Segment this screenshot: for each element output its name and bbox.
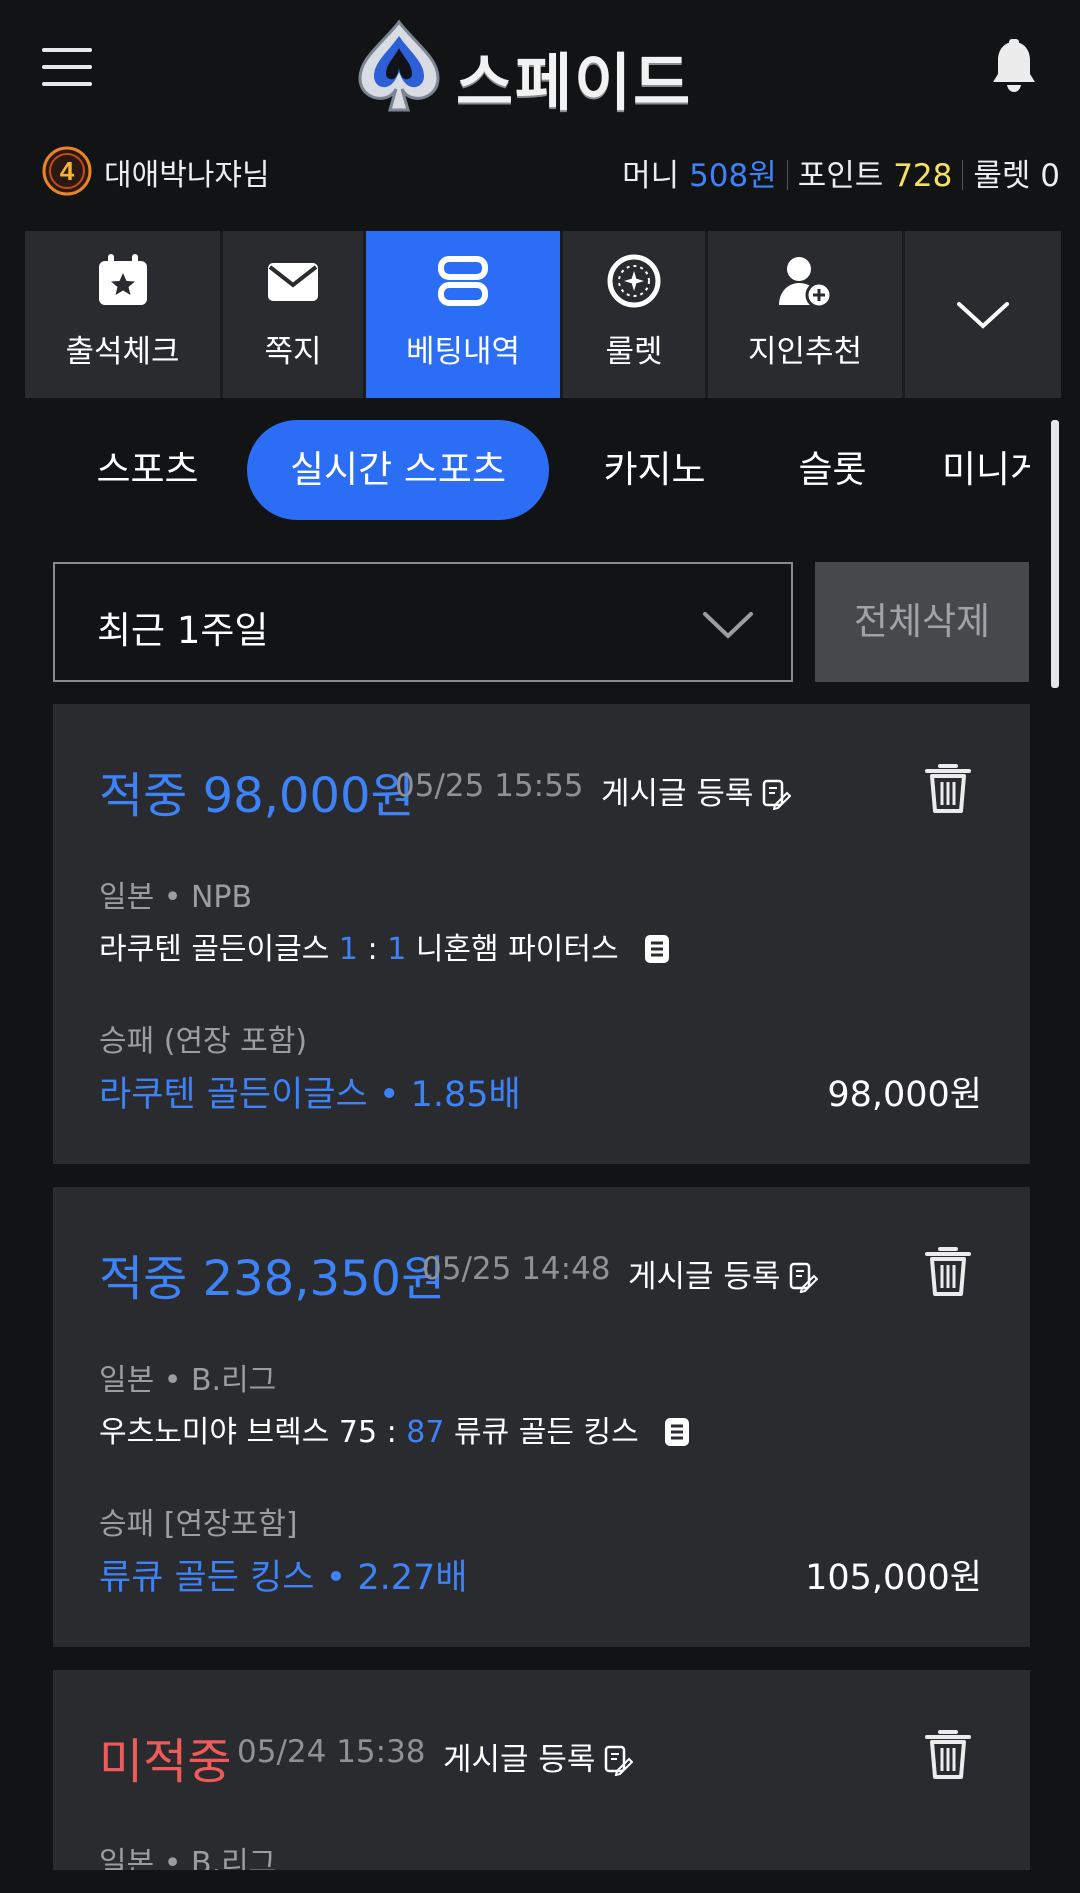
chevron-down-icon (703, 612, 753, 639)
period-select[interactable]: 최근 1주일 (53, 562, 793, 682)
home-score: 75 (338, 1415, 378, 1450)
away-score: 1 (387, 932, 407, 967)
quickmenu-roulette[interactable]: 룰렛 (563, 231, 708, 398)
bet-league: 일본 • NPB (99, 880, 253, 915)
menu-icon[interactable] (42, 48, 92, 86)
user-plus-icon (779, 257, 833, 309)
calendar-star-icon (98, 254, 147, 305)
bet-card: 적중 98,000원 05/25 15:55 게시글 등록 일본 • NPB 라… (53, 704, 1030, 1164)
bet-market: 승패 (연장 포함) (99, 1024, 308, 1059)
trash-icon[interactable] (924, 760, 972, 816)
quickmenu-label: 베팅내역 (405, 334, 521, 370)
roulette-value[interactable]: 0 (1040, 158, 1060, 194)
delete-all-button[interactable]: 전체삭제 (815, 562, 1029, 682)
away-team: 류큐 골든 킹스 (454, 1415, 639, 1450)
spade-logo-icon (358, 19, 440, 112)
tab-sports[interactable]: 스포츠 (55, 420, 240, 520)
bet-amount: 98,000원 (827, 1075, 982, 1115)
money-value[interactable]: 508원 (689, 158, 777, 194)
bet-datetime: 05/25 14:48 (422, 1251, 611, 1287)
tab-minigame[interactable]: 미니게 (922, 420, 1030, 520)
point-value[interactable]: 728 (893, 158, 952, 194)
post-register-button[interactable]: 게시글 등록 (443, 1734, 634, 1779)
home-team: 우츠노미야 브렉스 (99, 1415, 330, 1450)
edit-document-icon (790, 1262, 819, 1294)
score-separator: : (367, 932, 378, 967)
quickmenu-messages[interactable]: 쪽지 (223, 231, 366, 398)
username: 대애박나쟈님 (104, 158, 270, 193)
bet-match: 우츠노미야 브렉스 75 : 87 류큐 골든 킹스 (99, 1407, 690, 1451)
logo-text: 스페이드 (456, 46, 693, 119)
quickmenu-label: 룰렛 (605, 334, 663, 370)
bet-result: 적중 98,000원 (99, 768, 415, 824)
bet-result: 적중 238,350원 (99, 1251, 446, 1307)
tab-live-sports[interactable]: 실시간 스포츠 (247, 420, 549, 520)
scrollbar[interactable] (1051, 420, 1059, 688)
period-select-value: 최근 1주일 (97, 609, 269, 652)
tab-casino[interactable]: 카지노 (567, 420, 742, 520)
quickmenu-label: 출석체크 (65, 334, 180, 370)
notification-bell-icon[interactable] (990, 38, 1038, 94)
quickmenu-label: 쪽지 (264, 334, 322, 370)
home-team: 라쿠텐 골든이글스 (99, 932, 330, 967)
post-register-button[interactable]: 게시글 등록 (628, 1251, 819, 1296)
quick-menu: 출석체크 쪽지 베팅내역 룰렛 지인추천 (25, 231, 1061, 398)
user-info-bar: 4 대애박나쟈님 머니 508원 포인트 728 룰렛 0 (0, 140, 1080, 200)
quickmenu-attendance[interactable]: 출석체크 (25, 231, 223, 398)
app-header: 스페이드 (0, 0, 1080, 130)
document-icon[interactable] (644, 934, 670, 964)
trash-icon[interactable] (924, 1243, 972, 1299)
bet-pick: 류큐 골든 킹스 • 2.27배 (99, 1558, 468, 1598)
category-tabs: 스포츠 실시간 스포츠 카지노 슬롯 미니게 (55, 420, 1030, 520)
bet-datetime: 05/24 15:38 (237, 1734, 426, 1770)
bet-card: 미적중 05/24 15:38 게시글 등록 일본 • B.리그 (53, 1670, 1030, 1870)
list-icon (438, 256, 488, 306)
trash-icon[interactable] (924, 1726, 972, 1782)
chevron-down-icon (957, 301, 1009, 329)
roulette-icon (607, 254, 661, 308)
tab-slot[interactable]: 슬롯 (755, 420, 910, 520)
quickmenu-expand[interactable] (905, 231, 1061, 398)
edit-document-icon (763, 779, 792, 811)
score-separator: : (386, 1415, 397, 1450)
bet-league: 일본 • B.리그 (99, 1846, 277, 1870)
money-label: 머니 (622, 158, 680, 194)
bet-datetime: 05/25 15:55 (395, 768, 584, 804)
level-badge-icon: 4 (42, 146, 92, 196)
bet-card: 적중 238,350원 05/25 14:48 게시글 등록 일본 • B.리그… (53, 1187, 1030, 1647)
post-register-button[interactable]: 게시글 등록 (601, 768, 792, 813)
quickmenu-referral[interactable]: 지인추천 (708, 231, 905, 398)
roulette-label: 룰렛 (973, 158, 1031, 194)
envelope-icon (268, 263, 318, 301)
point-label: 포인트 (797, 158, 884, 194)
bet-league: 일본 • B.리그 (99, 1363, 277, 1398)
level-number: 4 (60, 156, 75, 186)
post-register-label: 게시글 등록 (443, 1742, 596, 1778)
bet-match: 라쿠텐 골든이글스 1 : 1 니혼햄 파이터스 (99, 924, 670, 968)
home-score: 1 (338, 932, 358, 967)
bet-result: 미적중 (99, 1734, 232, 1790)
away-team: 니혼햄 파이터스 (415, 932, 619, 967)
post-register-label: 게시글 등록 (601, 776, 754, 812)
quickmenu-label: 지인추천 (747, 334, 863, 370)
bet-amount: 105,000원 (805, 1558, 982, 1598)
site-logo[interactable]: 스페이드 (352, 18, 732, 119)
balances: 머니 508원 포인트 728 룰렛 0 (622, 150, 1060, 195)
document-icon[interactable] (664, 1417, 690, 1447)
quickmenu-bet-history[interactable]: 베팅내역 (366, 231, 563, 398)
away-score: 87 (406, 1415, 445, 1450)
edit-document-icon (605, 1745, 634, 1777)
post-register-label: 게시글 등록 (628, 1259, 781, 1295)
bet-pick: 라쿠텐 골든이글스 • 1.85배 (99, 1075, 521, 1115)
bet-market: 승패 [연장포함] (99, 1507, 298, 1542)
